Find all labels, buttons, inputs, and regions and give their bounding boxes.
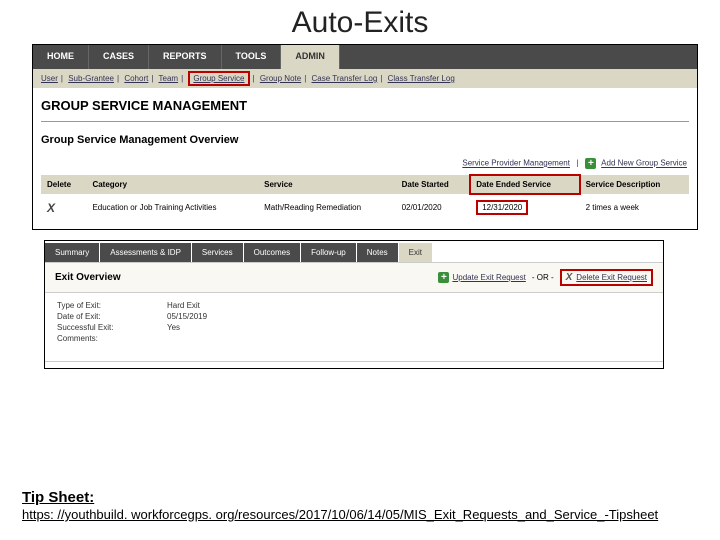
value-successful-exit: Yes <box>167 323 180 332</box>
gsm-heading: GROUP SERVICE MANAGEMENT <box>33 88 697 121</box>
label-date-of-exit: Date of Exit: <box>57 312 167 321</box>
exit-panel: Summary Assessments & IDP Services Outco… <box>44 240 664 369</box>
exit-overview-title: Exit Overview <box>55 272 438 283</box>
tab-summary[interactable]: Summary <box>45 243 99 262</box>
label-comments: Comments: <box>57 334 167 343</box>
gsm-subheading: Group Service Management Overview <box>33 122 697 154</box>
table-header-row: Delete Category Service Date Started Dat… <box>41 175 689 194</box>
exit-details: Type of Exit:Hard Exit Date of Exit:05/1… <box>45 293 663 362</box>
label-type-of-exit: Type of Exit: <box>57 301 167 310</box>
group-service-panel: HOME CASES REPORTS TOOLS ADMIN User| Sub… <box>32 44 698 230</box>
col-service: Service <box>258 175 395 194</box>
link-service-provider-mgmt[interactable]: Service Provider Management <box>462 159 570 168</box>
cell-service: Math/Reading Remediation <box>258 194 395 221</box>
cell-date-ended: 12/31/2020 <box>476 200 528 215</box>
subnav-team[interactable]: Team <box>159 74 179 83</box>
link-add-new-group-service[interactable]: Add New Group Service <box>601 159 687 168</box>
value-type-of-exit: Hard Exit <box>167 301 200 310</box>
footer: Tip Sheet: https: //youthbuild. workforc… <box>22 489 698 524</box>
or-separator: - OR - <box>532 273 554 282</box>
subnav-group-note[interactable]: Group Note <box>260 74 301 83</box>
exit-action-bar: Exit Overview + Update Exit Request - OR… <box>45 262 663 293</box>
cell-date-started: 02/01/2020 <box>396 194 471 221</box>
tab-follow-up[interactable]: Follow-up <box>301 243 356 262</box>
tip-sheet-label: Tip Sheet: <box>22 489 698 506</box>
col-delete: Delete <box>41 175 86 194</box>
tab-assessments[interactable]: Assessments & IDP <box>100 243 191 262</box>
x-icon: X <box>566 272 573 283</box>
sub-nav: User| Sub-Grantee| Cohort| Team| Group S… <box>33 69 697 88</box>
subnav-cohort[interactable]: Cohort <box>124 74 148 83</box>
nav-cases[interactable]: CASES <box>89 45 149 69</box>
plus-icon: + <box>585 158 596 169</box>
subnav-class-transfer[interactable]: Class Transfer Log <box>388 74 455 83</box>
cell-category: Education or Job Training Activities <box>86 194 258 221</box>
tab-notes[interactable]: Notes <box>357 243 398 262</box>
subnav-sub-grantee[interactable]: Sub-Grantee <box>68 74 114 83</box>
col-description: Service Description <box>580 175 689 194</box>
tab-services[interactable]: Services <box>192 243 243 262</box>
slide-title: Auto-Exits <box>0 0 720 44</box>
link-update-exit-request[interactable]: Update Exit Request <box>452 273 525 282</box>
link-delete-exit-request[interactable]: Delete Exit Request <box>576 273 647 282</box>
label-successful-exit: Successful Exit: <box>57 323 167 332</box>
nav-home[interactable]: HOME <box>33 45 89 69</box>
tip-sheet-link[interactable]: https: //youthbuild. workforcegps. org/r… <box>22 507 658 522</box>
main-nav: HOME CASES REPORTS TOOLS ADMIN <box>33 45 697 69</box>
delete-exit-box: X Delete Exit Request <box>560 269 653 286</box>
subnav-user[interactable]: User <box>41 74 58 83</box>
col-date-started: Date Started <box>396 175 471 194</box>
case-tabs: Summary Assessments & IDP Services Outco… <box>45 241 663 262</box>
delete-icon[interactable]: X <box>47 201 55 215</box>
table-row: X Education or Job Training Activities M… <box>41 194 689 221</box>
group-service-table: Delete Category Service Date Started Dat… <box>41 175 689 221</box>
nav-reports[interactable]: REPORTS <box>149 45 222 69</box>
cell-description: 2 times a week <box>580 194 689 221</box>
plus-icon: + <box>438 272 449 283</box>
subnav-case-transfer[interactable]: Case Transfer Log <box>312 74 378 83</box>
subnav-group-service[interactable]: Group Service <box>188 71 249 86</box>
tab-outcomes[interactable]: Outcomes <box>244 243 300 262</box>
value-date-of-exit: 05/15/2019 <box>167 312 207 321</box>
col-category: Category <box>86 175 258 194</box>
nav-tools[interactable]: TOOLS <box>222 45 282 69</box>
nav-admin[interactable]: ADMIN <box>281 45 340 69</box>
col-date-ended: Date Ended Service <box>470 175 579 194</box>
gsm-action-links: Service Provider Management | + Add New … <box>33 154 697 175</box>
tab-exit[interactable]: Exit <box>399 243 432 262</box>
